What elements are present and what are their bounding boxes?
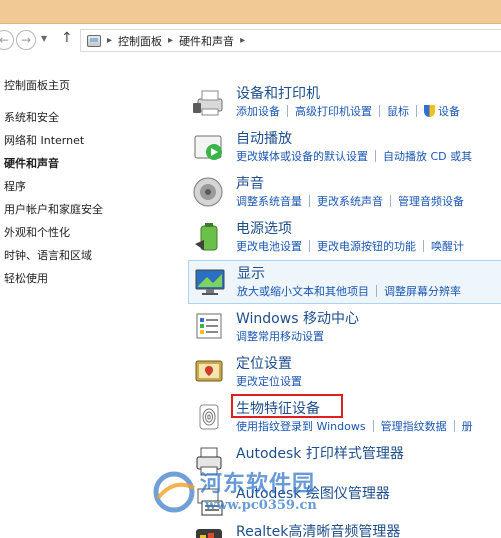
category-links: 调整常用移动设置 — [236, 328, 324, 344]
category-links: 添加设备 高级打印机设置 鼠标 设备 — [236, 103, 460, 119]
divider — [390, 195, 391, 207]
autoplay-icon — [194, 135, 222, 160]
link-autoplay-cd[interactable]: 自动播放 CD 或其 — [383, 148, 472, 164]
recent-pages-dropdown[interactable]: ▼ — [41, 34, 47, 43]
link-change-sounds[interactable]: 更改系统声音 — [317, 193, 383, 209]
category-title[interactable]: Realtek高清晰音频管理器 — [236, 521, 400, 538]
breadcrumb-control-panel[interactable]: 控制面板 — [118, 33, 162, 49]
link-manage-audio[interactable]: 管理音频设备 — [398, 193, 464, 209]
category-title[interactable]: Windows 移动中心 — [236, 308, 359, 328]
sidebar-item-system-security[interactable]: 系统和安全 — [4, 109, 59, 125]
category-links: 更改媒体或设备的默认设置 自动播放 CD 或其 — [236, 148, 472, 164]
arrow-left-icon: ← — [0, 33, 10, 47]
sidebar-item-programs[interactable]: 程序 — [4, 178, 26, 194]
category-sound: 声音 调整系统音量 更改系统声音 管理音频设备 — [188, 171, 501, 215]
link-change-location[interactable]: 更改定位设置 — [236, 373, 302, 389]
link-fingerprint-login[interactable]: 使用指纹登录到 Windows — [236, 418, 366, 434]
breadcrumb-separator-icon: ▸ — [168, 35, 174, 46]
category-title[interactable]: 显示 — [237, 263, 265, 283]
shield-icon — [424, 105, 435, 117]
category-devices-printers: 设备和打印机 添加设备 高级打印机设置 鼠标 设备 — [188, 81, 501, 125]
category-title[interactable]: 自动播放 — [236, 128, 292, 148]
breadcrumb-separator-icon: ▸ — [107, 35, 113, 46]
category-links: 放大或缩小文本和其他项目 调整屏幕分辨率 — [237, 283, 461, 299]
category-title[interactable]: Autodesk 绘图仪管理器 — [236, 483, 390, 503]
link-manage-fingerprint[interactable]: 管理指纹数据 — [381, 418, 447, 434]
category-links: 更改电池设置 更改电源按钮的功能 唤醒计 — [236, 238, 464, 254]
printer-icon — [193, 90, 223, 116]
divider — [309, 195, 310, 207]
sidebar-item-hardware-sound[interactable]: 硬件和声音 — [4, 155, 59, 171]
category-links: 更改定位设置 — [236, 373, 302, 389]
link-adjust-volume[interactable]: 调整系统音量 — [236, 193, 302, 209]
printer-style-icon — [196, 447, 222, 476]
category-title[interactable]: 声音 — [236, 173, 264, 193]
sidebar-item-network[interactable]: 网络和 Internet — [4, 132, 84, 148]
location-icon — [195, 360, 223, 382]
link-advanced-printer[interactable]: 高级打印机设置 — [295, 103, 372, 119]
sidebar-item-ease-of-access[interactable]: 轻松使用 — [4, 270, 48, 286]
sidebar-item-appearance[interactable]: 外观和个性化 — [4, 224, 70, 240]
category-biometric-devices: 生物特征设备 使用指纹登录到 Windows 管理指纹数据 册 — [188, 394, 501, 440]
divider — [309, 240, 310, 252]
divider — [376, 285, 377, 297]
sidebar: 控制面板主页 系统和安全 网络和 Internet 硬件和声音 程序 用户帐户和… — [0, 57, 180, 538]
forward-button[interactable]: → — [16, 30, 36, 50]
category-links: 调整系统音量 更改系统声音 管理音频设备 — [236, 193, 464, 209]
link-change-media-defaults[interactable]: 更改媒体或设备的默认设置 — [236, 148, 368, 164]
category-display: 显示 放大或缩小文本和其他项目 调整屏幕分辨率 — [188, 260, 501, 304]
control-panel-icon — [87, 34, 101, 47]
category-title[interactable]: 设备和打印机 — [236, 83, 320, 103]
window-titlebar — [0, 0, 501, 24]
breadcrumb-separator-icon: ▸ — [240, 35, 246, 46]
breadcrumb-hardware-sound[interactable]: 硬件和声音 — [179, 33, 234, 49]
up-button[interactable]: ↑ — [61, 30, 73, 46]
category-mobility-center: Windows 移动中心 调整常用移动设置 — [188, 306, 501, 350]
monitor-icon — [195, 269, 225, 295]
back-button[interactable]: ← — [0, 30, 14, 50]
category-title[interactable]: 电源选项 — [236, 218, 292, 238]
link-text-size[interactable]: 放大或缩小文本和其他项目 — [237, 283, 369, 299]
link-screen-resolution[interactable]: 调整屏幕分辨率 — [384, 283, 461, 299]
category-links: 使用指纹登录到 Windows 管理指纹数据 册 — [236, 418, 473, 434]
link-power-button[interactable]: 更改电源按钮的功能 — [317, 238, 416, 254]
divider — [416, 105, 417, 117]
arrow-right-icon: → — [20, 33, 32, 47]
chevron-down-icon: ▼ — [41, 34, 48, 43]
category-title[interactable]: 生物特征设备 — [236, 398, 320, 418]
address-field[interactable]: ▸ 控制面板 ▸ 硬件和声音 ▸ — [80, 29, 501, 52]
link-add-device[interactable]: 添加设备 — [236, 103, 280, 119]
speaker-icon — [193, 177, 223, 207]
link-battery-settings[interactable]: 更改电池设置 — [236, 238, 302, 254]
divider — [423, 240, 424, 252]
address-bar: ← → ▼ ↑ ▸ 控制面板 ▸ 硬件和声音 ▸ — [0, 24, 501, 57]
link-register[interactable]: 册 — [462, 418, 473, 434]
divider — [375, 150, 376, 162]
sidebar-item-user-accounts[interactable]: 用户帐户和家庭安全 — [4, 201, 103, 217]
category-location-settings: 定位设置 更改定位设置 — [188, 351, 501, 395]
sidebar-item-clock-region[interactable]: 时钟、语言和区域 — [4, 247, 92, 263]
category-realtek-audio: Realtek高清晰音频管理器 — [188, 519, 501, 538]
divider — [379, 105, 380, 117]
link-wake[interactable]: 唤醒计 — [431, 238, 464, 254]
divider — [372, 420, 374, 432]
fingerprint-icon — [199, 404, 219, 430]
category-list: 设备和打印机 添加设备 高级打印机设置 鼠标 设备 自动播放 更改媒体或设备的默… — [188, 57, 501, 538]
sidebar-item-home[interactable]: 控制面板主页 — [4, 77, 70, 93]
divider — [287, 105, 288, 117]
link-mouse[interactable]: 鼠标 — [387, 103, 409, 119]
category-title[interactable]: Autodesk 打印样式管理器 — [236, 443, 404, 463]
link-device-manager[interactable]: 设备 — [438, 103, 460, 119]
link-mobility-settings[interactable]: 调整常用移动设置 — [236, 328, 324, 344]
category-autoplay: 自动播放 更改媒体或设备的默认设置 自动播放 CD 或其 — [188, 126, 501, 170]
category-autodesk-print-style: Autodesk 打印样式管理器 — [188, 441, 501, 485]
divider — [453, 420, 455, 432]
mobility-center-icon — [196, 313, 222, 339]
category-power-options: 电源选项 更改电池设置 更改电源按钮的功能 唤醒计 — [188, 216, 501, 260]
category-title[interactable]: 定位设置 — [236, 353, 292, 373]
arrow-up-icon: ↑ — [61, 30, 73, 46]
battery-icon — [195, 223, 218, 251]
plotter-icon — [197, 488, 223, 516]
realtek-icon — [196, 529, 222, 538]
